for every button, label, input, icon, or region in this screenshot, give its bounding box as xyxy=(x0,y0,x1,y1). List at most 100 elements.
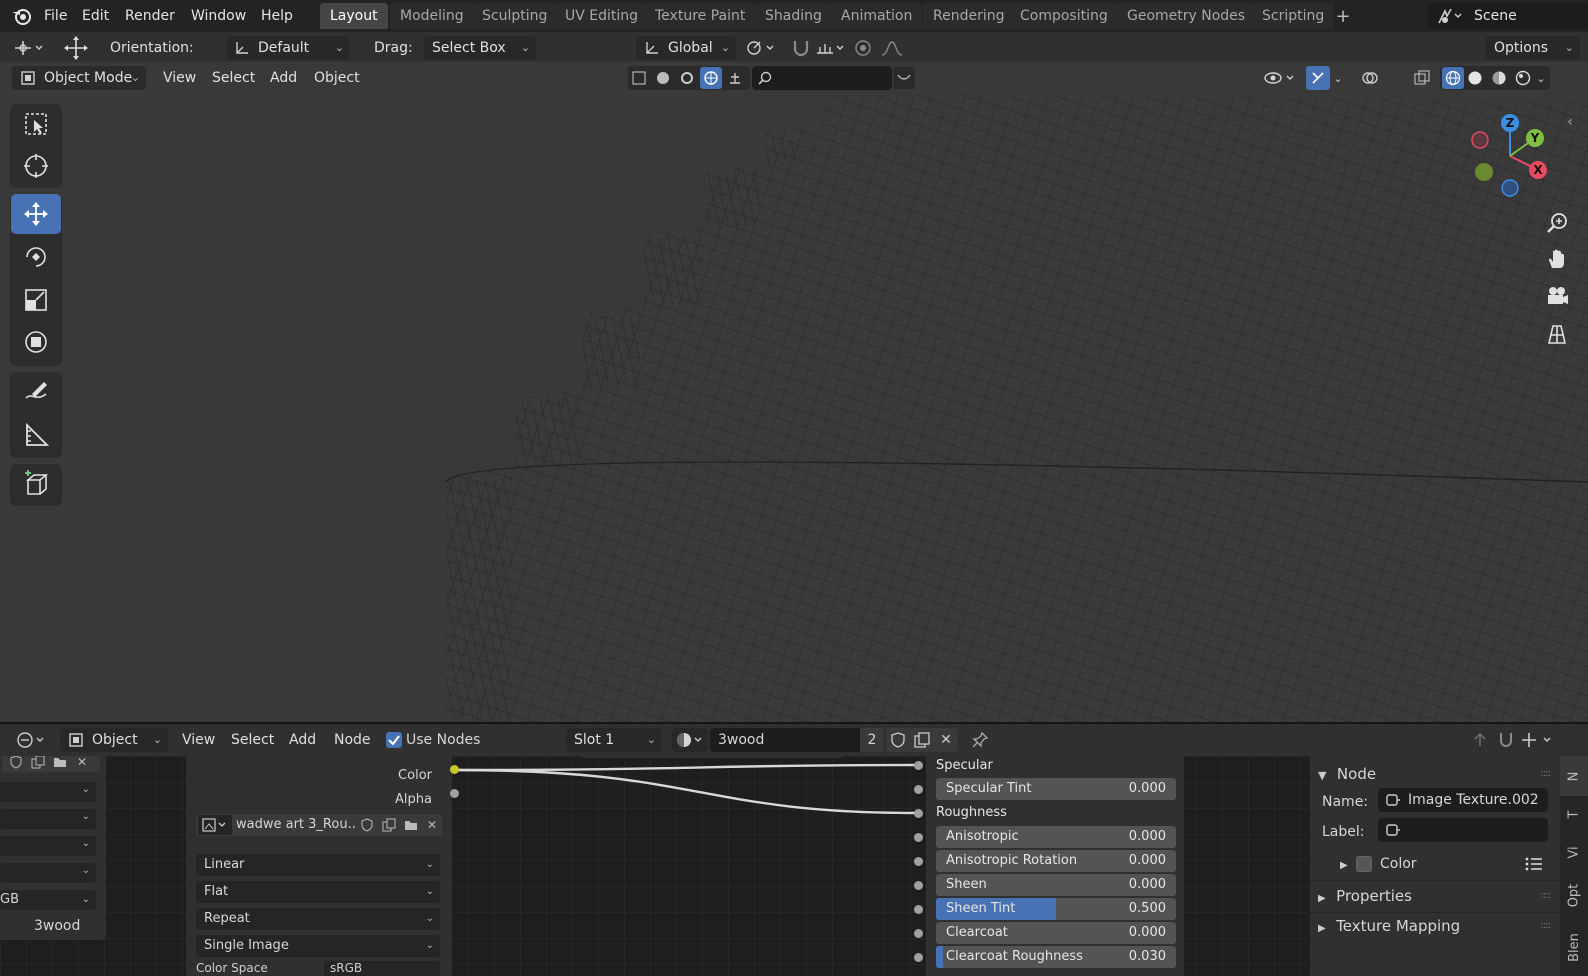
side-tab-tool[interactable]: T xyxy=(1560,796,1588,832)
clearcoat-roughness-field[interactable]: Clearcoat Roughness 0.030 xyxy=(936,946,1176,968)
clearcoat-roughness-socket[interactable] xyxy=(914,953,923,962)
camera-view-icon[interactable] xyxy=(1538,280,1576,312)
side-tab-view[interactable]: Vi xyxy=(1560,832,1588,872)
scale-tool-icon[interactable] xyxy=(11,280,61,320)
solid-shading-icon[interactable] xyxy=(1466,69,1484,87)
options-dropdown[interactable]: Options ⌄ xyxy=(1486,36,1580,60)
scene-selector[interactable]: Scene xyxy=(1428,3,1588,29)
viewport-menu-add[interactable]: Add xyxy=(262,66,305,90)
sheen-socket[interactable] xyxy=(914,881,923,890)
node-panel-header[interactable]: ▼ Node :::: xyxy=(1318,762,1554,786)
gizmo-toggle-icon[interactable] xyxy=(1306,66,1330,90)
specular-tint-socket[interactable] xyxy=(914,785,923,794)
viewport-menu-object[interactable]: Object xyxy=(306,66,368,90)
move-tool-icon[interactable] xyxy=(11,194,61,234)
add-cube-tool-icon[interactable] xyxy=(11,464,61,504)
tab-uv-editing[interactable]: UV Editing xyxy=(555,3,649,29)
transform-orientation-dropdown[interactable]: Global ⌄ xyxy=(636,36,736,60)
fake-user-shield-icon[interactable] xyxy=(886,728,910,752)
annotate-tool-icon[interactable] xyxy=(11,372,61,412)
anisotropic-socket[interactable] xyxy=(914,833,923,842)
menu-help[interactable]: Help xyxy=(261,4,293,28)
editor-type-icon[interactable] xyxy=(14,728,50,752)
tab-layout[interactable]: Layout xyxy=(320,3,388,29)
specular-tint-field[interactable]: Specular Tint 0.000 xyxy=(936,778,1176,800)
material-browse-icon[interactable] xyxy=(672,728,708,752)
tab-animation[interactable]: Animation xyxy=(831,3,923,29)
node-menu-view[interactable]: View xyxy=(174,728,223,752)
anisotropic-field[interactable]: Anisotropic 0.000 xyxy=(936,826,1176,848)
snap-target-icon[interactable] xyxy=(814,36,850,60)
rotate-tool-icon[interactable] xyxy=(11,237,61,277)
viewport-search-input[interactable] xyxy=(752,66,892,90)
light-filter-icon[interactable] xyxy=(678,69,696,87)
tab-shading[interactable]: Shading xyxy=(755,3,832,29)
transform-tool-icon[interactable] xyxy=(11,322,61,362)
list-icon[interactable] xyxy=(1524,854,1544,874)
duplicate-material-icon[interactable] xyxy=(910,728,934,752)
chevron-down-icon[interactable]: ⌄ xyxy=(1534,66,1548,90)
node-snap-mode-icon[interactable] xyxy=(1518,728,1558,752)
menu-render[interactable]: Render xyxy=(125,4,175,28)
material-shading-icon[interactable] xyxy=(1490,69,1508,87)
node-label-field[interactable] xyxy=(1378,818,1548,842)
texture-mapping-section-header[interactable]: ▶ Texture Mapping :::: xyxy=(1318,912,1554,940)
sheen-tint-socket[interactable] xyxy=(914,905,923,914)
chevron-down-icon[interactable]: ⌄ xyxy=(1330,66,1346,90)
visibility-icon[interactable] xyxy=(1262,66,1298,90)
properties-section-header[interactable]: ▶ Properties :::: xyxy=(1318,882,1554,910)
pin-icon[interactable] xyxy=(968,728,992,752)
node-name-field[interactable]: Image Texture.002 xyxy=(1378,788,1548,812)
tab-texture-paint[interactable]: Texture Paint xyxy=(645,3,756,29)
material-filter-icon[interactable] xyxy=(654,69,672,87)
tab-compositing[interactable]: Compositing xyxy=(1010,3,1118,29)
sidebar-collapse-icon[interactable]: ‹ xyxy=(1560,112,1580,132)
tab-geometry-nodes[interactable]: Geometry Nodes xyxy=(1117,3,1256,29)
wireframe-shading-icon[interactable] xyxy=(1442,67,1464,89)
parent-node-tree-icon[interactable] xyxy=(1468,728,1492,752)
cursor-tool-icon[interactable] xyxy=(11,146,61,186)
side-tab-node[interactable]: N xyxy=(1560,756,1588,796)
world-filter-icon[interactable] xyxy=(700,67,722,89)
anisotropic-rotation-socket[interactable] xyxy=(914,857,923,866)
node-color-row[interactable]: ▶ Color xyxy=(1340,852,1550,876)
color-checkbox[interactable] xyxy=(1356,856,1372,872)
pivot-point-icon[interactable] xyxy=(744,36,780,60)
zoom-icon[interactable] xyxy=(1538,207,1576,239)
menu-window[interactable]: Window xyxy=(191,4,246,28)
anisotropic-rotation-field[interactable]: Anisotropic Rotation 0.000 xyxy=(936,850,1176,872)
alpha-output-socket[interactable] xyxy=(450,789,459,798)
xray-toggle-icon[interactable] xyxy=(1410,66,1434,90)
falloff-icon[interactable] xyxy=(878,37,912,59)
node-snap-icon[interactable] xyxy=(1494,728,1518,752)
3d-viewport[interactable]: Object Mode ⌄ View Select Add Object ⌄ ⌄ … xyxy=(0,62,1588,722)
drag-handle-icon[interactable]: :::: xyxy=(1541,912,1552,940)
pan-hand-icon[interactable] xyxy=(1538,243,1576,275)
shader-type-dropdown[interactable]: Object ⌄ xyxy=(60,728,168,752)
snap-icon[interactable] xyxy=(788,36,814,60)
editor-type-icon[interactable] xyxy=(12,36,48,60)
tab-sculpting[interactable]: Sculpting xyxy=(472,3,558,29)
node-menu-select[interactable]: Select xyxy=(223,728,282,752)
proportional-edit-icon[interactable] xyxy=(852,37,874,59)
camera-filter-icon[interactable] xyxy=(726,69,744,87)
slot-dropdown[interactable]: Slot 1 ⌄ xyxy=(566,728,662,752)
viewport-menu-select[interactable]: Select xyxy=(204,66,263,90)
unlink-material-icon[interactable]: ✕ xyxy=(934,728,958,752)
side-tab-options[interactable]: Opt xyxy=(1560,872,1588,918)
node-editor-canvas[interactable]: ✕ ⌄ ⌄ ⌄ ⌄ GB ⌄ 3wood Color Alpha wadwe ar… xyxy=(0,756,1310,976)
tab-scripting[interactable]: Scripting xyxy=(1252,3,1335,29)
drag-handle-icon[interactable]: :::: xyxy=(1541,762,1552,786)
color-output-socket[interactable] xyxy=(450,765,459,774)
mode-dropdown[interactable]: Object Mode ⌄ xyxy=(12,66,146,90)
orthographic-toggle-icon[interactable] xyxy=(1538,318,1576,350)
overlay-toggle-icon[interactable] xyxy=(1358,66,1382,90)
tab-modeling[interactable]: Modeling xyxy=(390,3,474,29)
drag-handle-icon[interactable]: :::: xyxy=(1541,882,1552,910)
viewport-menu-view[interactable]: View xyxy=(155,66,204,90)
blender-logo-icon[interactable] xyxy=(10,5,34,27)
node-menu-node[interactable]: Node xyxy=(326,728,379,752)
rendered-shading-icon[interactable] xyxy=(1514,69,1532,87)
sheen-tint-field[interactable]: Sheen Tint 0.500 xyxy=(936,898,1176,920)
node-menu-add[interactable]: Add xyxy=(281,728,324,752)
